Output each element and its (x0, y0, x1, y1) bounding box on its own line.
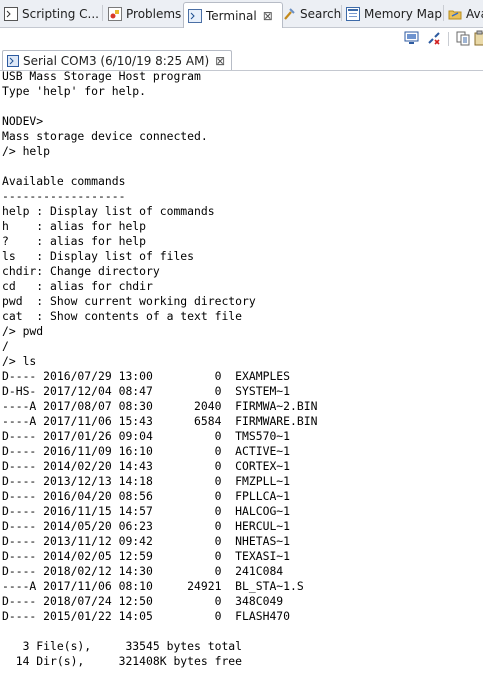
terminal-line: chdir: Change directory (2, 264, 160, 278)
tab-separator (102, 5, 103, 21)
terminal-line: D---- 2015/01/22 14:05 0 FLASH470 (2, 609, 291, 623)
terminal-line: USB Mass Storage Host program (2, 69, 201, 83)
terminal-line: /> ls (2, 354, 37, 368)
terminal-line: Mass storage device connected. (2, 129, 208, 143)
terminal-line: ----A 2017/11/06 08:10 24921 BL_STA~1.S (2, 579, 304, 593)
tab-scripting-console[interactable]: Scripting C... (4, 2, 99, 25)
memory-map-icon (346, 6, 360, 21)
terminal-line: pwd : Show current working directory (2, 294, 256, 308)
terminal-line: D-HS- 2017/12/04 08:47 0 SYSTEM~1 (2, 384, 291, 398)
terminal-line: D---- 2014/05/20 06:23 0 HERCUL~1 (2, 519, 291, 533)
terminal-line: 3 File(s), 33545 bytes total (2, 639, 243, 653)
paste-icon[interactable] (473, 30, 483, 46)
terminal-line: D---- 2016/11/09 16:10 0 ACTIVE~1 (2, 444, 291, 458)
tab-label: Ava (466, 6, 483, 21)
view-tab-bar: Scripting C... Problems Terminal ⊠ Searc… (0, 0, 483, 28)
terminal-line: ----A 2017/08/07 08:30 2040 FIRMWA~2.BIN (2, 399, 318, 413)
tab-label: Terminal (206, 8, 257, 23)
terminal-line: ? : alias for help (2, 234, 147, 248)
search-icon (282, 7, 296, 21)
terminal-line: D---- 2016/11/15 14:57 0 HALCOG~1 (2, 504, 291, 518)
session-tab-label: Serial COM3 (6/10/19 8:25 AM) (23, 53, 210, 68)
tab-label: Memory Map (364, 6, 442, 21)
tab-label: Problems (126, 6, 182, 21)
disconnect-icon[interactable] (426, 30, 442, 46)
tab-label: Scripting C... (22, 6, 99, 21)
close-icon[interactable]: ⊠ (263, 9, 273, 23)
terminal-line: D---- 2014/02/05 12:59 0 TEXASI~1 (2, 549, 291, 563)
terminal-line: D---- 2013/12/13 14:18 0 FMZPLL~1 (2, 474, 291, 488)
close-icon[interactable]: ⊠ (215, 54, 225, 68)
tab-search[interactable]: Search (282, 2, 341, 25)
terminal-line: D---- 2013/11/12 09:42 0 NHETAS~1 (2, 534, 291, 548)
toolbar-separator (448, 32, 449, 46)
terminal-line: D---- 2016/04/20 08:56 0 FPLLCA~1 (2, 489, 291, 503)
terminal-line: help : Display list of commands (2, 204, 215, 218)
terminal-line: cat : Show contents of a text file (2, 309, 243, 323)
terminal-line: h : alias for help (2, 219, 147, 233)
terminal-line: NODEV> (2, 114, 44, 128)
terminal-line: D---- 2016/07/29 13:00 0 EXAMPLES (2, 369, 291, 383)
tab-memory-map[interactable]: Memory Map (346, 2, 442, 25)
scripting-console-icon (4, 6, 18, 21)
tab-terminal[interactable]: Terminal ⊠ (183, 2, 283, 28)
tab-separator (341, 5, 342, 21)
terminal-line: ------------------ (2, 189, 126, 203)
serial-terminal-icon (7, 54, 19, 67)
terminal-line: Type 'help' for help. (2, 84, 147, 98)
terminal-line: 14 Dir(s), 321408K bytes free (2, 654, 243, 668)
terminal-line: D---- 2014/02/20 14:43 0 CORTEX~1 (2, 459, 291, 473)
terminal-line: cd : alias for chdir (2, 279, 153, 293)
terminal-line: /> help (2, 144, 51, 158)
copy-icon[interactable] (455, 30, 471, 46)
terminal-line: D---- 2018/07/24 12:50 0 348C049 (2, 594, 284, 608)
tab-ava[interactable]: Ava (448, 2, 483, 25)
terminal-line: ----A 2017/11/06 15:43 6584 FIRMWARE.BIN (2, 414, 318, 428)
folder-icon (448, 7, 462, 21)
tab-label: Search (300, 6, 342, 21)
terminal-line: Available commands (2, 174, 126, 188)
terminal-line: / (2, 339, 9, 353)
tab-problems[interactable]: Problems (108, 2, 181, 25)
terminal-line: D---- 2018/02/12 14:30 0 241C084 (2, 564, 284, 578)
terminal-output[interactable]: USB Mass Storage Host program Type 'help'… (2, 69, 317, 669)
terminal-icon (188, 8, 202, 23)
terminal-line: /> pwd (2, 324, 44, 338)
problems-icon (108, 6, 122, 21)
terminal-line: D---- 2017/01/26 09:04 0 TMS570~1 (2, 429, 291, 443)
serial-session-tab[interactable]: Serial COM3 (6/10/19 8:25 AM) ⊠ (2, 50, 233, 70)
display-console-icon[interactable] (404, 30, 420, 46)
terminal-line: ls : Display list of files (2, 249, 195, 263)
tab-separator (443, 5, 444, 21)
view-toolbar (0, 28, 483, 49)
